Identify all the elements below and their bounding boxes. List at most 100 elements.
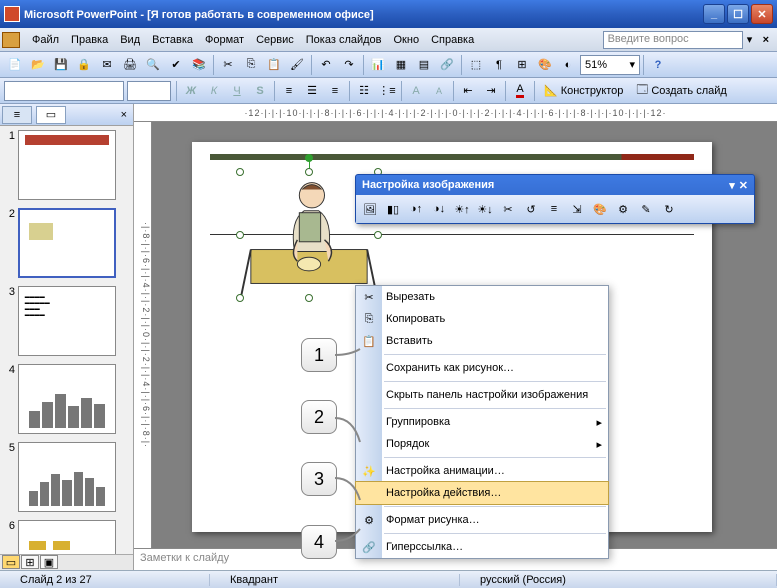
thumb-3[interactable]: 3▬▬▬▬▬▬▬▬▬▬▬▬▬▬▬▬ (4, 286, 129, 356)
print-icon[interactable]: 🖨 (119, 54, 141, 76)
show-formatting-icon[interactable]: ¶ (488, 54, 510, 76)
ctx-copy[interactable]: ⎘Копировать (356, 308, 608, 330)
slides-tab[interactable]: ▭ (36, 106, 66, 124)
picture-toolbar-title[interactable]: Настройка изображения ▾✕ (356, 175, 754, 195)
close-button[interactable]: ✕ (751, 4, 773, 24)
line-style-icon[interactable]: ≡ (543, 198, 565, 220)
grid-icon[interactable]: ⊞ (511, 54, 533, 76)
new-icon[interactable]: 📄 (4, 54, 26, 76)
font-select[interactable] (4, 81, 124, 101)
resize-handle-s[interactable] (305, 294, 313, 302)
menu-help[interactable]: Справка (425, 31, 480, 49)
save-icon[interactable]: 💾 (50, 54, 72, 76)
normal-view-button[interactable]: ▭ (2, 555, 20, 569)
undo-icon[interactable]: ↶ (315, 54, 337, 76)
pane-close-icon[interactable]: × (115, 109, 133, 121)
ctx-animation[interactable]: ✨Настройка анимации… (356, 460, 608, 482)
slideshow-view-button[interactable]: ▣ (40, 555, 58, 569)
font-color-icon[interactable]: A (509, 80, 531, 102)
picture-toolbar-close-icon[interactable]: ✕ (739, 179, 748, 192)
more-contrast-icon[interactable]: ◑↑ (405, 198, 427, 220)
ctx-paste[interactable]: 📋Вставить (356, 330, 608, 352)
outline-tab[interactable]: ≡ (2, 106, 32, 124)
menu-edit[interactable]: Правка (65, 31, 114, 49)
designer-button[interactable]: 📐Конструктор (538, 80, 629, 102)
paste-icon[interactable]: 📋 (263, 54, 285, 76)
resize-handle-nw[interactable] (236, 168, 244, 176)
italic-icon[interactable]: К (203, 80, 225, 102)
picture-toolbar-dropdown-icon[interactable]: ▾ (729, 179, 735, 192)
bullets-icon[interactable]: ⋮≡ (376, 80, 398, 102)
underline-icon[interactable]: Ч (226, 80, 248, 102)
crop-icon[interactable]: ✂ (497, 198, 519, 220)
menu-window[interactable]: Окно (388, 31, 426, 49)
redo-icon[interactable]: ↷ (338, 54, 360, 76)
cut-icon[interactable]: ✂ (217, 54, 239, 76)
maximize-button[interactable]: ☐ (727, 4, 749, 24)
resize-handle-w[interactable] (236, 231, 244, 239)
ctx-hyperlink[interactable]: 🔗Гиперссылка… (356, 536, 608, 558)
thumbnails-list[interactable]: 1 2 3▬▬▬▬▬▬▬▬▬▬▬▬▬▬▬▬ 4 5 6 (0, 126, 133, 554)
new-slide-button[interactable]: 🗔Создать слайд (630, 80, 732, 102)
thumb-5[interactable]: 5 (4, 442, 129, 512)
menu-view[interactable]: Вид (114, 31, 146, 49)
permissions-icon[interactable]: 🔒 (73, 54, 95, 76)
color-icon[interactable]: 🎨 (534, 54, 556, 76)
rotate-left-icon[interactable]: ↺ (520, 198, 542, 220)
chart-icon[interactable]: 📊 (367, 54, 389, 76)
email-icon[interactable]: ✉ (96, 54, 118, 76)
align-right-icon[interactable]: ≡ (324, 80, 346, 102)
ctx-save-as-picture[interactable]: Сохранить как рисунок… (356, 357, 608, 379)
resize-handle-e[interactable] (374, 231, 382, 239)
color-mode-icon[interactable]: ▮▯ (382, 198, 404, 220)
ask-question-input[interactable]: Введите вопрос (603, 31, 743, 49)
menu-insert[interactable]: Вставка (146, 31, 199, 49)
rotate-handle[interactable] (305, 154, 313, 162)
thumb-4[interactable]: 4 (4, 364, 129, 434)
grayscale-icon[interactable]: ◐ (557, 54, 579, 76)
transparent-icon[interactable]: ✎ (635, 198, 657, 220)
ctx-format-picture[interactable]: ⚙Формат рисунка… (356, 509, 608, 531)
thumb-6[interactable]: 6 (4, 520, 129, 554)
ctx-action-settings[interactable]: Настройка действия… (356, 482, 608, 504)
ctx-cut[interactable]: ✂Вырезать (356, 286, 608, 308)
ctx-group[interactable]: Группировка▸ (356, 411, 608, 433)
less-contrast-icon[interactable]: ◑↓ (428, 198, 450, 220)
shadow-icon[interactable]: S (249, 80, 271, 102)
recolor-icon[interactable]: 🎨 (589, 198, 611, 220)
compress-icon[interactable]: ⇲ (566, 198, 588, 220)
numbering-icon[interactable]: ☷ (353, 80, 375, 102)
menu-format[interactable]: Формат (199, 31, 250, 49)
ctx-order[interactable]: Порядок▸ (356, 433, 608, 455)
minimize-button[interactable]: _ (703, 4, 725, 24)
font-size-select[interactable] (127, 81, 171, 101)
less-brightness-icon[interactable]: ☀↓ (474, 198, 496, 220)
reset-pic-icon[interactable]: ↻ (658, 198, 680, 220)
decrease-indent-icon[interactable]: ⇤ (457, 80, 479, 102)
table-icon[interactable]: ▦ (390, 54, 412, 76)
expand-icon[interactable]: ⬚ (465, 54, 487, 76)
sorter-view-button[interactable]: ⊞ (21, 555, 39, 569)
thumb-2[interactable]: 2 (4, 208, 129, 278)
insert-pic-icon[interactable]: 🖼 (359, 198, 381, 220)
ctx-hide-pic-toolbar[interactable]: Скрыть панель настройки изображения (356, 384, 608, 406)
resize-handle-sw[interactable] (236, 294, 244, 302)
tables-borders-icon[interactable]: ▤ (413, 54, 435, 76)
increase-indent-icon[interactable]: ⇥ (480, 80, 502, 102)
hyperlink-icon[interactable]: 🔗 (436, 54, 458, 76)
format-pic-icon[interactable]: ⚙ (612, 198, 634, 220)
help-icon[interactable]: ? (647, 54, 669, 76)
menu-tools[interactable]: Сервис (250, 31, 300, 49)
align-left-icon[interactable]: ≡ (278, 80, 300, 102)
bold-icon[interactable]: Ж (180, 80, 202, 102)
thumb-1[interactable]: 1 (4, 130, 129, 200)
help-dropdown[interactable]: ▾ (743, 33, 757, 46)
research-icon[interactable]: 📚 (188, 54, 210, 76)
decrease-font-icon[interactable]: A (428, 80, 450, 102)
menu-slideshow[interactable]: Показ слайдов (300, 31, 388, 49)
more-brightness-icon[interactable]: ☀↑ (451, 198, 473, 220)
resize-handle-n[interactable] (305, 168, 313, 176)
format-painter-icon[interactable]: 🖌 (286, 54, 308, 76)
open-icon[interactable]: 📂 (27, 54, 49, 76)
picture-toolbar[interactable]: Настройка изображения ▾✕ 🖼 ▮▯ ◑↑ ◑↓ ☀↑ ☀… (355, 174, 755, 224)
